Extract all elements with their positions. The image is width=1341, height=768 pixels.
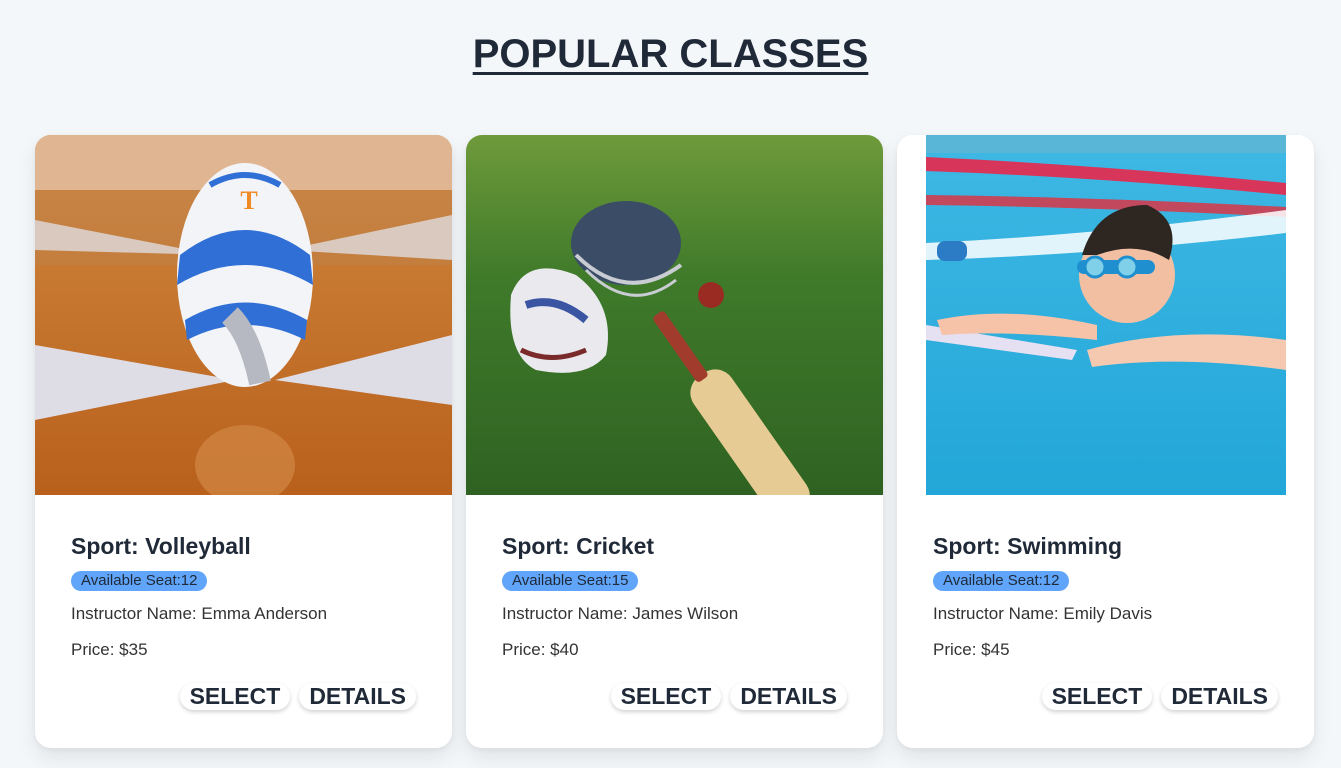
card-body: Sport: Volleyball Available Seat:12 Inst… — [71, 495, 416, 710]
sport-title: Sport: Volleyball — [71, 533, 251, 559]
card-actions: SELECT DETAILS — [610, 683, 847, 710]
select-button[interactable]: SELECT — [179, 683, 291, 710]
select-button[interactable]: SELECT — [610, 683, 722, 710]
instructor-name: Instructor Name: Emily Davis — [933, 604, 1153, 623]
class-card-cricket: Sport: Cricket Available Seat:15 Instruc… — [466, 135, 883, 748]
details-button[interactable]: DETAILS — [1161, 683, 1278, 710]
class-card-list: T Sport: Volleyball Available Seat:12 In… — [35, 135, 1314, 748]
card-body: Sport: Cricket Available Seat:15 Instruc… — [502, 495, 847, 710]
card-actions: SELECT DETAILS — [1041, 683, 1278, 710]
details-button[interactable]: DETAILS — [730, 683, 847, 710]
swimming-image — [897, 135, 1314, 495]
cricket-image — [466, 135, 883, 495]
sport-title: Sport: Cricket — [502, 533, 655, 559]
page-title: POPULAR CLASSES — [472, 32, 869, 76]
price: Price: $35 — [71, 640, 148, 659]
volleyball-image: T — [35, 135, 452, 495]
card-body: Sport: Swimming Available Seat:12 Instru… — [933, 495, 1278, 710]
price: Price: $45 — [933, 640, 1010, 659]
price: Price: $40 — [502, 640, 579, 659]
instructor-name: Instructor Name: James Wilson — [502, 604, 739, 623]
card-actions: SELECT DETAILS — [179, 683, 416, 710]
class-card-volleyball: T Sport: Volleyball Available Seat:12 In… — [35, 135, 452, 748]
select-button[interactable]: SELECT — [1041, 683, 1153, 710]
available-seat-badge: Available Seat:15 — [502, 571, 639, 591]
available-seat-badge: Available Seat:12 — [933, 571, 1070, 591]
details-button[interactable]: DETAILS — [299, 683, 416, 710]
instructor-name: Instructor Name: Emma Anderson — [71, 604, 328, 623]
class-card-swimming: Sport: Swimming Available Seat:12 Instru… — [897, 135, 1314, 748]
svg-text:T: T — [240, 186, 257, 215]
available-seat-badge: Available Seat:12 — [71, 571, 208, 591]
sport-title: Sport: Swimming — [933, 533, 1123, 559]
